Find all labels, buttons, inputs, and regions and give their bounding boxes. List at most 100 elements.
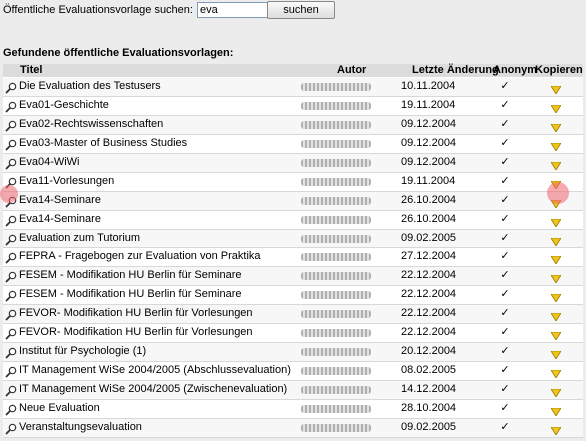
table-row: Eva01-Geschichte 19.11.2004 ✓ (3, 96, 583, 116)
magnifier-icon[interactable] (5, 271, 17, 284)
copy-arrow-icon[interactable] (550, 386, 562, 398)
row-title[interactable]: Eva14-Seminare (19, 192, 319, 209)
magnifier-icon[interactable] (5, 347, 17, 359)
copy-arrow-icon[interactable] (550, 405, 562, 417)
anonym-check: ✓ (500, 174, 510, 187)
magnifier-icon[interactable] (5, 252, 17, 265)
row-title[interactable]: Die Evaluation des Testusers (19, 78, 319, 95)
author-redacted (301, 139, 371, 148)
row-date: 09.12.2004 (401, 117, 457, 130)
row-title[interactable]: Institut für Psychologie (1) (19, 343, 319, 360)
magnifier-icon[interactable] (5, 309, 17, 321)
table-row: IT Management WiSe 2004/2005 (Zwischenev… (3, 381, 583, 400)
row-date: 22.12.2004 (401, 307, 457, 320)
row-title[interactable]: Eva01-Geschichte (19, 97, 319, 114)
magnifier-icon[interactable] (5, 328, 17, 340)
row-date: 22.12.2004 (401, 326, 457, 339)
row-date: 22.12.2004 (401, 269, 457, 282)
table-row: FESEM - Modifikation HU Berlin für Semin… (3, 286, 583, 306)
anonym-check: ✓ (500, 250, 510, 263)
copy-arrow-icon[interactable] (550, 83, 562, 95)
author-redacted (301, 348, 371, 357)
copy-arrow-icon[interactable] (550, 159, 562, 171)
copy-arrow-icon[interactable] (550, 253, 562, 266)
author-redacted (301, 234, 371, 243)
copy-arrow-icon[interactable] (550, 121, 562, 133)
magnifier-icon[interactable] (5, 101, 17, 113)
table-body: Die Evaluation des Testusers 10.11.2004 ✓ E… (3, 78, 583, 438)
row-title[interactable]: Veranstaltungsevaluation (19, 419, 319, 436)
anonym-check: ✓ (500, 212, 510, 225)
anonym-check: ✓ (500, 345, 510, 358)
row-title[interactable]: Neue Evaluation (19, 400, 319, 417)
magnifier-icon[interactable] (5, 215, 17, 227)
anonym-check: ✓ (500, 420, 510, 433)
row-title[interactable]: Evaluation zum Tutorium (19, 230, 319, 247)
row-title[interactable]: FEPRA - Fragebogen zur Evaluation von Pr… (19, 248, 319, 265)
table-row: Eva04-WiWi 09.12.2004 ✓ (3, 153, 583, 173)
row-date: 19.11.2004 (401, 98, 456, 111)
magnifier-icon[interactable] (5, 82, 17, 94)
search-bar: Öffentliche Evaluationsvorlage suchen: (3, 2, 290, 18)
anonym-check: ✓ (500, 193, 510, 206)
author-redacted (301, 329, 371, 338)
magnifier-icon[interactable] (5, 234, 17, 246)
table-row: Neue Evaluation 28.10.2004 ✓ (3, 399, 583, 419)
copy-arrow-icon[interactable] (550, 235, 562, 247)
author-redacted (301, 83, 371, 91)
author-redacted (301, 291, 371, 300)
row-title[interactable]: Eva02-Rechtswissenschaften (19, 116, 319, 133)
copy-arrow-icon[interactable] (550, 216, 562, 228)
copy-arrow-icon[interactable] (550, 310, 562, 323)
row-title[interactable]: FEVOR- Modifikation HU Berlin für Vorles… (19, 324, 319, 341)
anonym-check: ✓ (500, 364, 510, 377)
row-title[interactable]: Eva03-Master of Business Studies (19, 135, 319, 152)
row-date: 08.02.2005 (401, 364, 457, 377)
magnifier-icon[interactable] (5, 120, 17, 132)
copy-arrow-icon[interactable] (550, 329, 562, 341)
table-row: FEVOR- Modifikation HU Berlin für Vorles… (3, 305, 583, 325)
row-date: 27.12.2004 (401, 250, 457, 263)
row-title[interactable]: IT Management WiSe 2004/2005 (Abschlusse… (19, 362, 319, 379)
click-highlight-view (0, 185, 18, 203)
table-row: Evaluation zum Tutorium 09.02.2005 ✓ (3, 229, 583, 249)
copy-arrow-icon[interactable] (550, 424, 562, 436)
row-title[interactable]: FEVOR- Modifikation HU Berlin für Vorles… (19, 305, 319, 322)
row-date: 28.10.2004 (401, 401, 457, 414)
magnifier-icon[interactable] (5, 366, 17, 378)
column-anonym: Anonym (493, 64, 537, 76)
anonym-check: ✓ (500, 136, 510, 149)
table-header: Titel Autor Letzte Änderung Anonym Kopie… (3, 64, 583, 78)
anonym-check: ✓ (500, 231, 510, 244)
copy-arrow-icon[interactable] (550, 348, 562, 360)
copy-arrow-icon[interactable] (550, 291, 562, 304)
magnifier-icon[interactable] (5, 139, 17, 151)
table-row: Institut für Psychologie (1) 20.12.2004 ✓ (3, 343, 583, 363)
table-row: IT Management WiSe 2004/2005 (Abschlusse… (3, 362, 583, 381)
row-title[interactable]: Eva04-WiWi (19, 154, 319, 171)
search-button[interactable]: suchen (267, 1, 335, 19)
anonym-check: ✓ (500, 307, 510, 320)
table-row: Eva03-Master of Business Studies 09.12.20… (3, 134, 583, 154)
row-title[interactable]: FESEM - Modifikation HU Berlin für Semin… (19, 267, 319, 284)
table-row: Veranstaltungsevaluation 09.02.2005 ✓ (3, 418, 583, 438)
row-title[interactable]: IT Management WiSe 2004/2005 (Zwischenev… (19, 381, 319, 398)
author-redacted (301, 404, 371, 413)
table-row: FEPRA - Fragebogen zur Evaluation von Pr… (3, 248, 583, 268)
click-highlight-copy (547, 182, 569, 204)
copy-arrow-icon[interactable] (550, 102, 562, 114)
magnifier-icon[interactable] (5, 158, 17, 170)
author-redacted (301, 386, 371, 394)
magnifier-icon[interactable] (5, 385, 17, 397)
column-title: Titel (20, 64, 43, 76)
anonym-check: ✓ (500, 80, 510, 92)
copy-arrow-icon[interactable] (550, 367, 562, 379)
magnifier-icon[interactable] (5, 404, 17, 416)
row-title[interactable]: Eva14-Seminare (19, 211, 319, 228)
magnifier-icon[interactable] (5, 290, 17, 302)
row-title[interactable]: Eva11-Vorlesungen (19, 173, 319, 190)
copy-arrow-icon[interactable] (550, 140, 562, 152)
row-title[interactable]: FESEM - Modifikation HU Berlin für Semin… (19, 286, 319, 303)
anonym-check: ✓ (500, 401, 510, 414)
copy-arrow-icon[interactable] (550, 272, 562, 285)
